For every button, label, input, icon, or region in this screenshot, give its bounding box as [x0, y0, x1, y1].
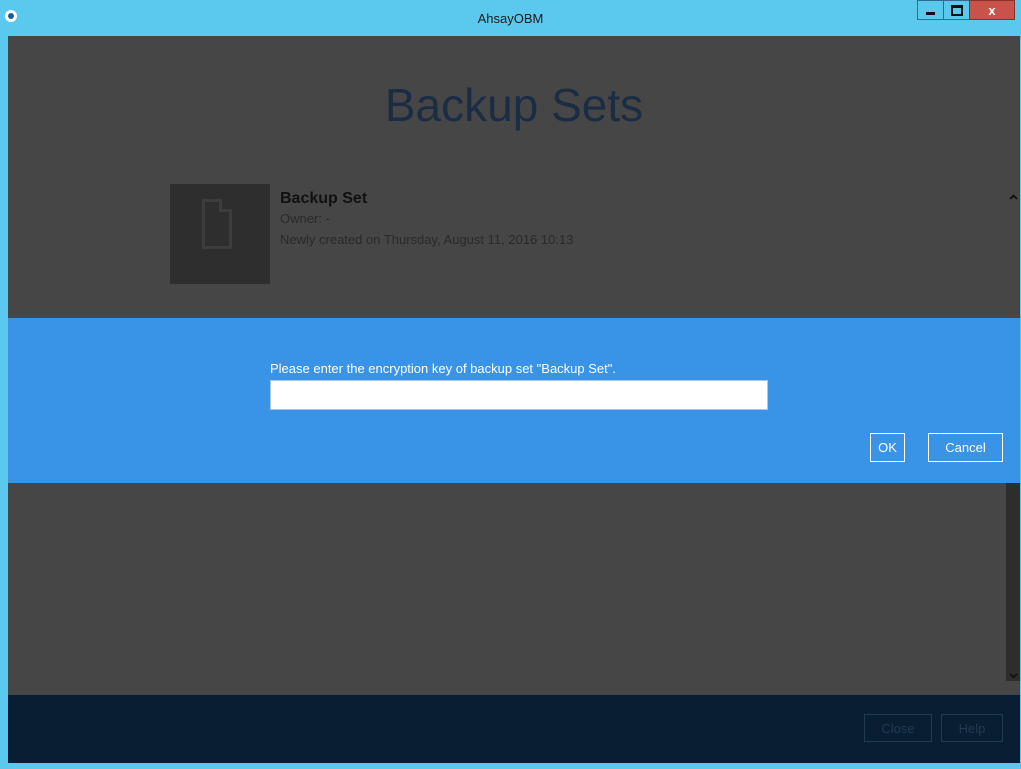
window-title: AhsayOBM	[477, 11, 544, 26]
backup-set-name[interactable]: Backup Set	[280, 190, 367, 208]
document-icon	[202, 199, 232, 249]
window-titlebar[interactable]: AhsayOBM x	[0, 0, 1021, 36]
dialog-prompt: Please enter the encryption key of backu…	[270, 361, 616, 376]
close-window-button[interactable]: x	[969, 0, 1015, 20]
close-button[interactable]: Close	[864, 714, 932, 742]
encryption-key-input[interactable]	[270, 380, 768, 410]
window-frame-bottom	[0, 763, 1021, 769]
scroll-up-chevron-icon[interactable]: ⌃	[1006, 193, 1021, 211]
cancel-button[interactable]: Cancel	[928, 433, 1003, 462]
maximize-button[interactable]	[943, 0, 970, 20]
ok-button[interactable]: OK	[870, 433, 905, 462]
backup-set-thumbnail[interactable]	[170, 184, 270, 284]
backup-set-created: Newly created on Thursday, August 11, 20…	[280, 232, 574, 247]
backup-set-owner: Owner: -	[280, 211, 330, 226]
encryption-key-dialog: Please enter the encryption key of backu…	[8, 318, 1020, 483]
close-icon: x	[988, 2, 996, 18]
main-content: Backup Sets Backup Set Owner: - Newly cr…	[8, 36, 1021, 763]
minimize-icon	[926, 11, 935, 15]
window-frame-left	[0, 36, 8, 769]
minimize-button[interactable]	[917, 0, 944, 20]
help-button[interactable]: Help	[941, 714, 1003, 742]
scroll-down-chevron-icon[interactable]: ⌄	[1006, 663, 1021, 681]
maximize-icon	[950, 4, 963, 16]
footer-bar: Close Help	[8, 695, 1020, 763]
window-controls: x	[917, 0, 1015, 22]
page-title: Backup Sets	[384, 79, 644, 131]
scrollbar[interactable]	[1006, 483, 1020, 681]
